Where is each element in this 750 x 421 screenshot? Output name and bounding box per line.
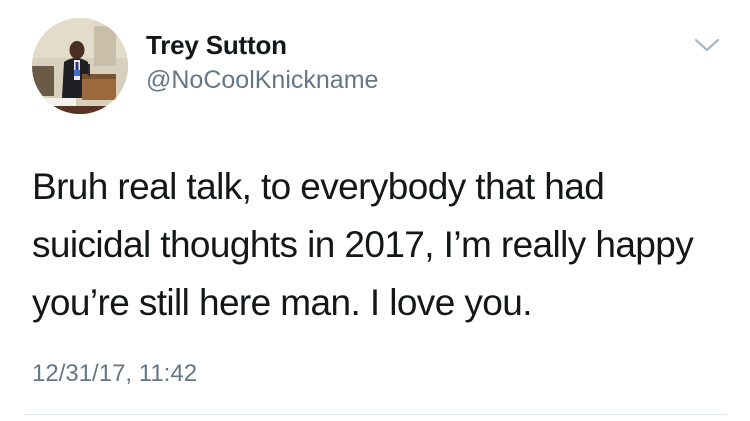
tweet-text: Bruh real talk, to everybody that had su… <box>32 166 694 323</box>
author-handle[interactable]: @NoCoolKnickname <box>146 66 378 95</box>
author-avatar[interactable] <box>32 18 128 114</box>
tweet-card: Trey Sutton @NoCoolKnickname Bruh real t… <box>0 0 750 421</box>
divider <box>24 414 726 415</box>
avatar-photo-icon <box>32 18 128 114</box>
author-display-name[interactable]: Trey Sutton <box>146 30 287 61</box>
tweet-timestamp[interactable]: 12/31/17, 11:42 <box>32 360 197 388</box>
chevron-down-icon <box>694 38 720 52</box>
tweet-menu-button[interactable] <box>692 34 722 56</box>
